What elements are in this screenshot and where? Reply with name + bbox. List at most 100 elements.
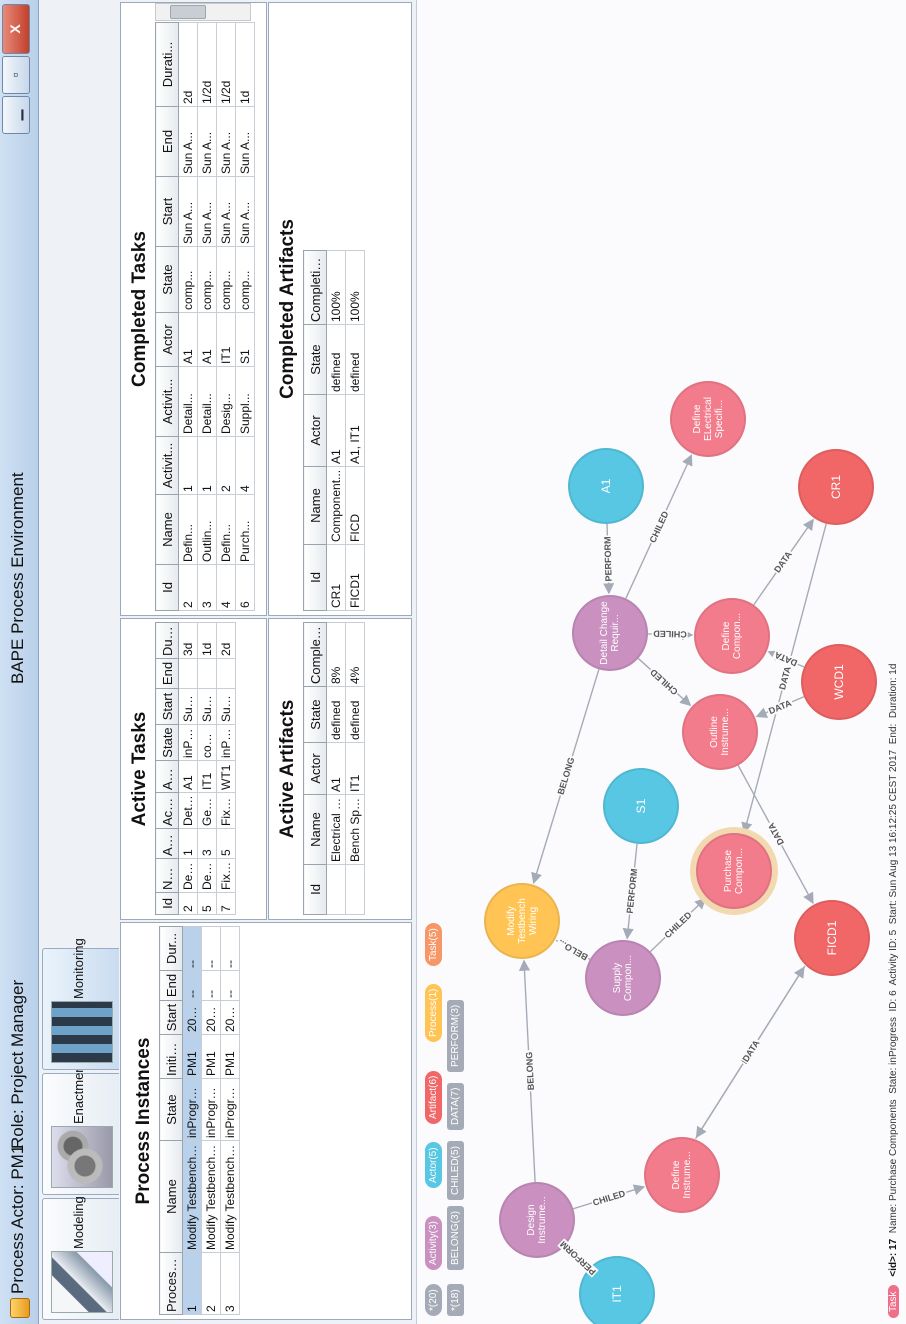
table-cell: Sun A... — [235, 106, 255, 177]
table-cell: Modify Testbench Wiring — [220, 1140, 240, 1253]
table-header: Id Name Activit... Activit... Actor State Star… — [155, 622, 179, 915]
column-header[interactable]: State — [303, 686, 327, 743]
graph-node-actor[interactable]: S1 — [603, 768, 679, 844]
column-header[interactable]: Start — [155, 688, 179, 725]
column-header[interactable]: Id — [303, 544, 327, 611]
column-header[interactable]: End — [155, 106, 179, 177]
graph-node-task[interactable]: Outline Instrume... — [682, 694, 758, 770]
column-header[interactable]: Dur... — [159, 926, 183, 971]
graph-node-task[interactable]: Define ELectrical Specifi... — [670, 381, 746, 457]
table-row[interactable]: 3 Modify Testbench Wiring inProgress PM1 201… — [220, 926, 240, 1315]
table-row[interactable]: 3 Outlin... 1 Detail... A1 comp... Sun A... Sun… — [197, 22, 217, 611]
column-header[interactable]: End — [155, 658, 179, 689]
table-row[interactable]: FICD1 FICD A1, IT1 defined 100% — [345, 250, 365, 611]
table-cell: IT1 — [197, 760, 217, 793]
column-header[interactable]: Activit... — [155, 436, 179, 495]
column-header[interactable]: Name — [303, 794, 327, 865]
table-row[interactable]: CR1 Component... A1 defined 100% — [326, 250, 346, 611]
table-cell: Suppl... — [235, 366, 255, 437]
edge-label: BELONG — [523, 1051, 536, 1092]
table-header: Id Name Activit... Activit... Actor State Star… — [155, 22, 179, 611]
graph-node-activity[interactable]: Supply Compon... — [585, 940, 661, 1016]
column-header[interactable]: Activit... — [155, 792, 179, 829]
graph-node-artifact[interactable]: WCD1 — [801, 644, 877, 720]
table-cell: 1 — [178, 436, 198, 495]
table-row[interactable]: 2 Defin... 1 Detail... A1 comp... Sun A... Sun … — [178, 22, 198, 611]
status-name: Name: Purchase Components — [888, 1099, 899, 1234]
table-row[interactable]: 5 Defin... 3 Gene... IT1 com... Sun ... 1d — [197, 622, 217, 915]
table-row[interactable]: Electrical S... A1 defined 8% — [326, 622, 346, 915]
tab-enactment[interactable]: Enactment — [42, 1062, 119, 1195]
table-row[interactable]: 1 Modify Testbench Wiring inProgress PM1 201… — [182, 926, 202, 1315]
graph-node-label: S1 — [635, 798, 647, 814]
scrollbar-thumb[interactable] — [170, 5, 206, 19]
column-header[interactable]: Name — [155, 494, 179, 565]
graph-node-label: Supply Compon... — [612, 954, 634, 1002]
column-header[interactable]: Activit... — [155, 366, 179, 437]
table-cell: Sun A... — [216, 106, 236, 177]
window-controls: ▁ ▫ X — [2, 4, 30, 134]
column-header[interactable]: Actor — [155, 760, 179, 793]
column-header[interactable]: State — [155, 724, 179, 761]
table-cell: defined — [345, 324, 365, 395]
column-header[interactable]: End — [159, 970, 183, 1001]
process-instances-table[interactable]: ProcessID Name State Initiator Start End Dur..… — [159, 926, 240, 1315]
completed-tasks-table[interactable]: Id Name Activit... Activit... Actor State Star… — [155, 22, 255, 611]
graph-node-task[interactable]: Define Instrume... — [644, 1137, 720, 1213]
tab-modeling[interactable]: Modeling — [42, 1196, 119, 1320]
process-graph-panel[interactable]: *(20) Activity(3) Actor(5) Artifact(6) Proce… — [416, 0, 906, 1324]
graph-node-task[interactable]: Purchase Compon... — [696, 833, 772, 909]
column-header[interactable]: Name — [159, 1140, 183, 1253]
table-row[interactable]: Bench Spe... IT1 defined 4% — [345, 622, 365, 915]
vertical-scrollbar[interactable] — [155, 3, 251, 21]
graph-node-process[interactable]: Modify Testbench Wiring — [484, 883, 560, 959]
column-header[interactable]: Completion... — [303, 250, 327, 325]
column-header[interactable]: State — [159, 1078, 183, 1141]
column-header[interactable]: Actor — [303, 742, 327, 795]
column-header[interactable]: Start — [159, 1000, 183, 1035]
table-cell: 1 — [178, 828, 198, 859]
column-header[interactable]: Actor — [155, 312, 179, 367]
table-cell: Sun ... — [197, 688, 217, 725]
close-button[interactable]: X — [2, 4, 30, 54]
column-header[interactable]: State — [155, 246, 179, 313]
table-cell: inPro... — [178, 724, 198, 761]
table-row[interactable]: 6 Purch... 4 Suppl... S1 comp... Sun A... Sun A… — [235, 22, 255, 611]
table-row[interactable]: 4 Defin... 2 Desig... IT1 comp... Sun A... Sun … — [216, 22, 236, 611]
active-tasks-table[interactable]: Id Name Activit... Activit... Actor State Star… — [155, 622, 236, 915]
minimize-button[interactable]: ▁ — [2, 96, 30, 134]
graph-node-artifact[interactable]: FICD1 — [794, 900, 870, 976]
tab-monitoring[interactable]: Monitoring — [42, 938, 119, 1070]
graph-node-activity[interactable]: Detail Change Requir... — [572, 595, 648, 671]
column-header[interactable]: Start — [155, 176, 179, 247]
table-cell: -- — [220, 926, 240, 971]
column-header[interactable]: Name — [155, 858, 179, 893]
graph-node-task[interactable]: Define Compon... — [694, 598, 770, 674]
column-header[interactable]: Completion... — [303, 622, 327, 687]
column-header[interactable]: Actor — [303, 394, 327, 467]
graph-node-artifact[interactable]: CR1 — [798, 449, 874, 525]
table-row[interactable]: 7 Fix C... 5 Fix a... WT1 inPro... Sun ... 2d — [216, 622, 236, 915]
column-header[interactable]: Durati... — [155, 22, 179, 107]
app-icon — [10, 1298, 30, 1318]
active-artifacts-table[interactable]: Id Name Actor State Completion... Electrical … — [303, 622, 365, 915]
table-cell: FICD — [345, 466, 365, 545]
table-cell: 1/2d — [216, 22, 236, 107]
column-header[interactable]: Name — [303, 466, 327, 545]
column-header[interactable]: Id — [303, 864, 327, 915]
column-header[interactable]: Id — [155, 564, 179, 611]
table-row[interactable]: 2 Modify Testbench Wiring inProgress PM1 201… — [201, 926, 221, 1315]
table-cell: Sun A... — [216, 176, 236, 247]
maximize-button[interactable]: ▫ — [2, 56, 30, 94]
completed-artifacts-table[interactable]: Id Name Actor State Completion... CR1 Componen… — [303, 250, 365, 611]
graph-node-actor[interactable]: A1 — [568, 448, 644, 524]
column-header[interactable]: State — [303, 324, 327, 395]
column-header[interactable]: Initiator — [159, 1034, 183, 1079]
column-header[interactable]: Activit... — [155, 828, 179, 859]
table-cell: 2d — [178, 22, 198, 107]
table-row[interactable]: 2 Defin... 1 Detai... A1 inPro... Sun ... 3d — [178, 622, 198, 915]
column-header[interactable]: Durat... — [155, 622, 179, 659]
table-cell: 1 — [182, 1252, 202, 1315]
column-header[interactable]: Id — [155, 892, 179, 915]
column-header[interactable]: ProcessID — [159, 1252, 183, 1315]
